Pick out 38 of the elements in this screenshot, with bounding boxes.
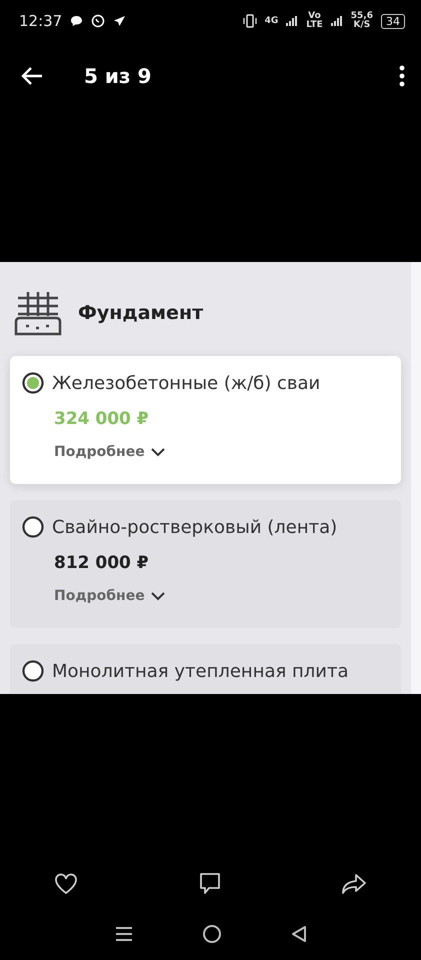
chevron-down-icon: [150, 448, 165, 456]
volte-label: LTE: [306, 21, 323, 30]
chevron-down-icon: [150, 592, 165, 600]
photo-counter: 5 из 9: [84, 64, 152, 88]
details-toggle[interactable]: Подробнее: [54, 444, 165, 460]
signal-icon: [286, 15, 298, 27]
option-title: Монолитная утепленная плита: [52, 660, 349, 682]
volte-label: Vo: [308, 12, 321, 21]
option-title: Свайно-ростверковый (лента): [52, 516, 338, 538]
battery-level: 34: [381, 14, 405, 28]
option-card[interactable]: Железобетонные (ж/б) сваи 324 000 ₽ Подробнее: [10, 356, 401, 484]
heart-icon[interactable]: [54, 873, 78, 895]
radio-button[interactable]: [22, 516, 44, 538]
option-title: Железобетонные (ж/б) сваи: [52, 372, 320, 394]
signal-icon: [330, 15, 343, 27]
clock-time: 12:37: [19, 12, 62, 30]
option-card[interactable]: Монолитная утепленная плита: [10, 644, 401, 694]
back-button[interactable]: [20, 66, 44, 86]
home-icon[interactable]: [202, 924, 222, 944]
option-price: 324 000 ₽: [54, 409, 150, 429]
option-price: 812 000 ₽: [54, 553, 150, 573]
network-type: 4G: [264, 16, 278, 26]
radio-button[interactable]: [22, 660, 44, 682]
comment-icon[interactable]: [198, 872, 222, 896]
details-toggle[interactable]: Подробнее: [54, 588, 165, 604]
menu-button[interactable]: [399, 65, 405, 87]
vibrate-icon: [242, 14, 257, 28]
back-icon[interactable]: [290, 925, 306, 943]
option-card[interactable]: Свайно-ростверковый (лента) 812 000 ₽ Подробнее: [10, 500, 401, 628]
data-speed: 55,6: [350, 12, 373, 21]
chat-icon: [70, 15, 84, 27]
paper-plane-icon: [113, 15, 126, 27]
share-icon[interactable]: [341, 873, 367, 895]
speed-unit: K/S: [354, 21, 370, 30]
menu-icon[interactable]: [114, 926, 132, 942]
radio-button[interactable]: [22, 372, 44, 394]
foundation-icon: [14, 290, 64, 336]
section-title: Фундамент: [78, 302, 204, 324]
